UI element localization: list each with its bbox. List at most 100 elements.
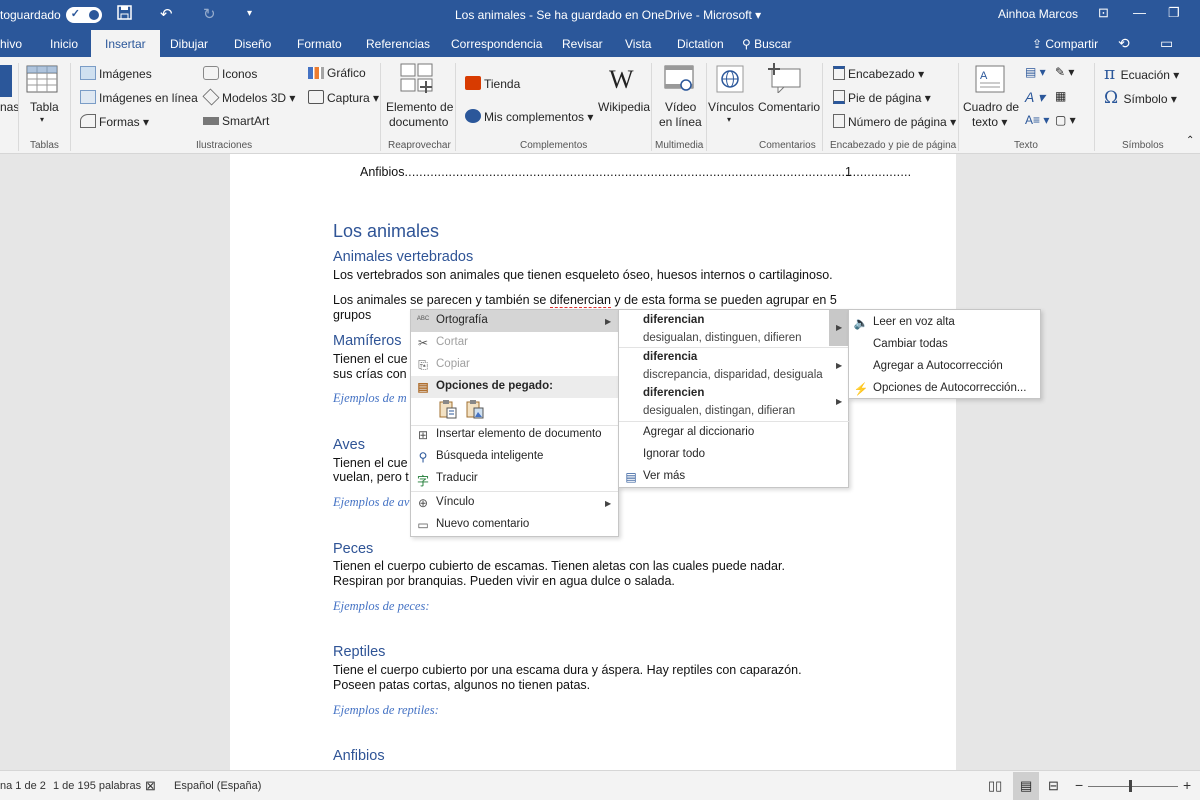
menu-item-insert-document-item[interactable]: ⊞ Insertar elemento de documento (411, 424, 618, 446)
store-button[interactable]: Tienda (465, 76, 520, 91)
menu-item-add-autocorrect[interactable]: Agregar a Autocorrección (849, 356, 1040, 378)
suggestion-2-expand-icon[interactable]: ▶ (836, 361, 842, 370)
redo-icon[interactable]: ↻ (203, 5, 216, 23)
menu-item-new-comment[interactable]: ▭ Nuevo comentario (411, 514, 618, 536)
object-icon[interactable]: ▢ ▾ (1055, 113, 1076, 127)
table-icon[interactable] (26, 65, 58, 96)
web-layout-icon[interactable]: ⊟ (1048, 778, 1059, 794)
equation-button[interactable]: π Ecuación ▾ (1104, 64, 1179, 84)
ribbon-display-icon[interactable]: ⊡ (1098, 5, 1109, 21)
shapes-button[interactable]: Formas ▾ (80, 114, 149, 129)
autosave-control[interactable]: toguardado ✓ (0, 7, 102, 23)
icons-button[interactable]: Iconos (203, 66, 257, 81)
menu-item-translate[interactable]: 字 Traducir (411, 468, 618, 490)
3d-models-button[interactable]: Modelos 3D ▾ (202, 88, 295, 106)
online-pictures-button[interactable]: Imágenes en línea (80, 90, 198, 105)
print-layout-button[interactable]: ▤ (1013, 772, 1039, 800)
restore-icon[interactable]: ❐ (1168, 5, 1180, 21)
word-count[interactable]: 1 de 195 palabras (53, 780, 141, 792)
comments-icon[interactable]: ▭ (1160, 35, 1173, 52)
wikipedia-icon[interactable]: W (609, 65, 634, 95)
links-dropdown-icon[interactable]: ▾ (727, 115, 731, 124)
zoom-slider-thumb[interactable] (1129, 780, 1132, 792)
wikipedia-button[interactable]: Wikipedia (598, 100, 650, 114)
language-status[interactable]: Español (España) (174, 780, 261, 792)
video-icon[interactable] (664, 65, 694, 96)
proofing-icon[interactable]: ⊠ (145, 778, 156, 794)
tab-referencias[interactable]: Referencias (366, 37, 430, 51)
pictures-button[interactable]: Imágenes (80, 66, 152, 81)
read-mode-icon[interactable]: ▯▯ (988, 778, 1002, 794)
pages-icon[interactable] (0, 65, 12, 97)
save-icon[interactable] (117, 5, 132, 24)
quick-parts-icon[interactable]: ▤ ▾ (1025, 65, 1046, 79)
online-video-label-1[interactable]: Vídeo (665, 100, 696, 114)
menu-item-see-more[interactable]: ▤ Ver más (619, 466, 848, 488)
zoom-out-icon[interactable]: − (1075, 777, 1083, 793)
suggestion-1-expand[interactable]: ▶ (829, 310, 849, 346)
textbox-label-1[interactable]: Cuadro de (963, 100, 1019, 114)
menu-item-change-all[interactable]: Cambiar todas (849, 334, 1040, 356)
menu-item-autocorrect-options[interactable]: ⚡ Opciones de Autocorrección... (849, 378, 1040, 400)
minimize-icon[interactable]: — (1133, 5, 1146, 20)
suggestion-3-expand-icon[interactable]: ▶ (836, 397, 842, 406)
tab-revisar[interactable]: Revisar (562, 37, 603, 51)
zoom-slider[interactable] (1088, 786, 1178, 787)
history-icon[interactable]: ⟲ (1118, 35, 1130, 52)
menu-item-smart-lookup[interactable]: ⚲ Búsqueda inteligente (411, 446, 618, 468)
collapse-ribbon-icon[interactable]: ⌃ (1186, 135, 1194, 146)
user-name[interactable]: Ainhoa Marcos (998, 7, 1078, 21)
search-box[interactable]: ⚲ Buscar (742, 37, 791, 51)
textbox-label-2[interactable]: texto ▾ (972, 115, 1007, 129)
tab-file[interactable]: hivo (0, 37, 22, 51)
autosave-toggle[interactable]: ✓ (65, 7, 102, 23)
tab-formato[interactable]: Formato (297, 37, 342, 51)
textbox-icon[interactable]: A (975, 65, 1005, 96)
table-dropdown-icon[interactable]: ▾ (40, 115, 44, 124)
signature-line-icon[interactable]: ✎ ▾ (1055, 65, 1074, 79)
chart-button[interactable]: Gráfico (308, 66, 366, 80)
menu-item-link[interactable]: ⊕ Vínculo ▶ (411, 492, 618, 514)
tab-vista[interactable]: Vista (625, 37, 651, 51)
smartart-button[interactable]: SmartArt (203, 114, 269, 128)
footer-button[interactable]: Pie de página ▾ (833, 90, 931, 105)
undo-icon[interactable]: ↶ (160, 5, 173, 23)
screenshot-button[interactable]: Captura ▾ (308, 90, 379, 105)
zoom-in-icon[interactable]: + (1183, 777, 1191, 793)
online-video-label-2[interactable]: en línea (659, 115, 702, 129)
tab-correspondencia[interactable]: Correspondencia (451, 37, 542, 51)
document-title[interactable]: Los animales - Se ha guardado en OneDriv… (455, 8, 761, 22)
my-addins-button[interactable]: Mis complementos ▾ (465, 109, 593, 124)
menu-item-read-aloud[interactable]: 🔈 Leer en voz alta (849, 312, 1040, 334)
table-button[interactable]: Tabla (30, 100, 59, 114)
customize-quick-access-icon[interactable]: ▾ (247, 8, 252, 19)
page-number-button[interactable]: Número de página ▾ (833, 114, 956, 129)
symbol-button[interactable]: Ω Símbolo ▾ (1104, 88, 1177, 108)
misspelled-word[interactable]: difenercian (549, 293, 611, 308)
suggestion-1[interactable]: diferencian desigualan, distinguen, difi… (619, 310, 829, 346)
menu-item-copy[interactable]: ⎘ Copiar (411, 354, 618, 376)
links-icon[interactable] (716, 65, 744, 96)
tab-insertar[interactable]: Insertar (91, 30, 160, 57)
toc-entry[interactable]: Anfibios................................… (360, 165, 911, 179)
header-button[interactable]: Encabezado ▾ (833, 66, 924, 81)
document-item-label-1[interactable]: Elemento de (386, 100, 453, 114)
tab-dictation[interactable]: Dictation (677, 37, 724, 51)
suggestion-2[interactable]: diferencia discrepancia, disparidad, des… (619, 347, 829, 383)
wordart-icon[interactable]: A ▾ (1025, 89, 1045, 106)
document-item-icon[interactable] (400, 63, 434, 98)
document-item-label-2[interactable]: documento (389, 115, 448, 129)
suggestion-3[interactable]: diferencien desigualen, distingan, difie… (619, 383, 829, 419)
share-button[interactable]: ⇪ Compartir (1032, 37, 1098, 51)
menu-item-spelling[interactable]: ABC Ortografía ▶ (411, 310, 618, 332)
tab-dibujar[interactable]: Dibujar (170, 37, 208, 51)
menu-item-cut[interactable]: ✂ Cortar (411, 332, 618, 354)
tab-diseno[interactable]: Diseño (234, 37, 271, 51)
comment-button[interactable]: Comentario (758, 100, 820, 114)
menu-item-ignore-all[interactable]: Ignorar todo (619, 444, 848, 466)
tab-inicio[interactable]: Inicio (50, 37, 78, 51)
page-count[interactable]: na 1 de 2 (0, 780, 46, 792)
links-button[interactable]: Vínculos (708, 100, 754, 114)
paste-keep-format-icon[interactable] (438, 399, 458, 419)
menu-item-add-dictionary[interactable]: Agregar al diccionario (619, 422, 848, 444)
